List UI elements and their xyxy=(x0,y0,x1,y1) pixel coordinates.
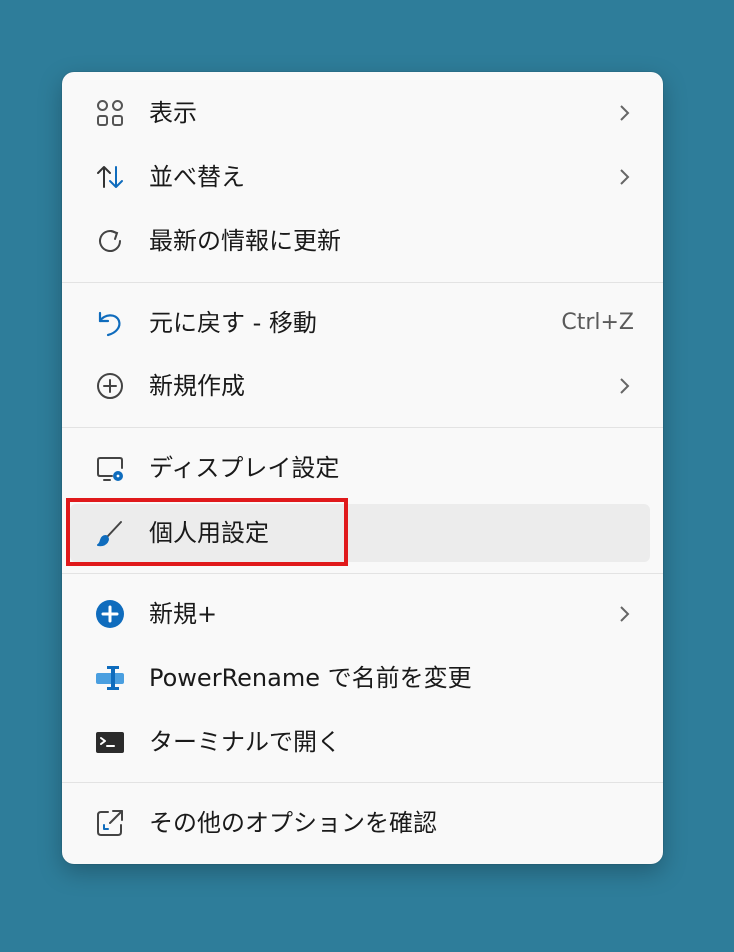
new-plus-filled-icon xyxy=(94,598,126,630)
menu-item-label: ターミナルで開く xyxy=(149,728,341,756)
menu-item-undo[interactable]: 元に戻す - 移動 Ctrl+Z xyxy=(70,294,650,352)
menu-item-new[interactable]: 新規作成 xyxy=(70,357,650,415)
menu-item-powerrename[interactable]: PowerRename で名前を変更 xyxy=(70,649,650,707)
menu-item-sort[interactable]: 並べ替え xyxy=(70,148,650,206)
menu-item-label: 元に戻す - 移動 xyxy=(149,309,317,337)
sort-arrows-icon xyxy=(94,161,126,193)
context-menu: 表示 並べ替え 最新の情報に更新 元に戻す - 移動 Ctrl+Z 新規作成 デ… xyxy=(62,72,663,864)
powerrename-icon xyxy=(94,662,126,694)
terminal-icon xyxy=(94,726,126,758)
chevron-right-icon xyxy=(611,373,637,399)
menu-separator xyxy=(62,282,663,283)
shortcut-label: Ctrl+Z xyxy=(561,310,634,335)
view-grid-icon xyxy=(94,97,126,129)
brush-icon xyxy=(94,517,126,549)
menu-item-view[interactable]: 表示 xyxy=(70,84,650,142)
chevron-right-icon xyxy=(611,164,637,190)
menu-item-label: 個人用設定 xyxy=(149,519,269,547)
menu-item-new-plus[interactable]: 新規+ xyxy=(70,585,650,643)
menu-separator xyxy=(62,427,663,428)
menu-item-refresh[interactable]: 最新の情報に更新 xyxy=(70,212,650,270)
menu-item-more-options[interactable]: その他のオプションを確認 xyxy=(70,794,650,852)
new-plus-circle-icon xyxy=(94,370,126,402)
menu-item-label: ディスプレイ設定 xyxy=(149,454,340,482)
menu-item-label: 新規+ xyxy=(149,600,218,628)
menu-item-personalize[interactable]: 個人用設定 xyxy=(70,504,650,562)
menu-item-label: PowerRename で名前を変更 xyxy=(149,664,472,692)
undo-icon xyxy=(94,307,126,339)
menu-item-label: その他のオプションを確認 xyxy=(149,809,437,837)
open-external-icon xyxy=(94,807,126,839)
menu-item-label: 表示 xyxy=(149,99,197,127)
refresh-icon xyxy=(94,225,126,257)
menu-item-label: 新規作成 xyxy=(149,372,245,400)
chevron-right-icon xyxy=(611,100,637,126)
display-settings-icon xyxy=(94,452,126,484)
menu-item-label: 最新の情報に更新 xyxy=(149,227,341,255)
menu-item-label: 並べ替え xyxy=(149,163,245,191)
menu-separator xyxy=(62,782,663,783)
menu-item-open-terminal[interactable]: ターミナルで開く xyxy=(70,713,650,771)
chevron-right-icon xyxy=(611,601,637,627)
menu-separator xyxy=(62,573,663,574)
menu-item-display-settings[interactable]: ディスプレイ設定 xyxy=(70,439,650,497)
